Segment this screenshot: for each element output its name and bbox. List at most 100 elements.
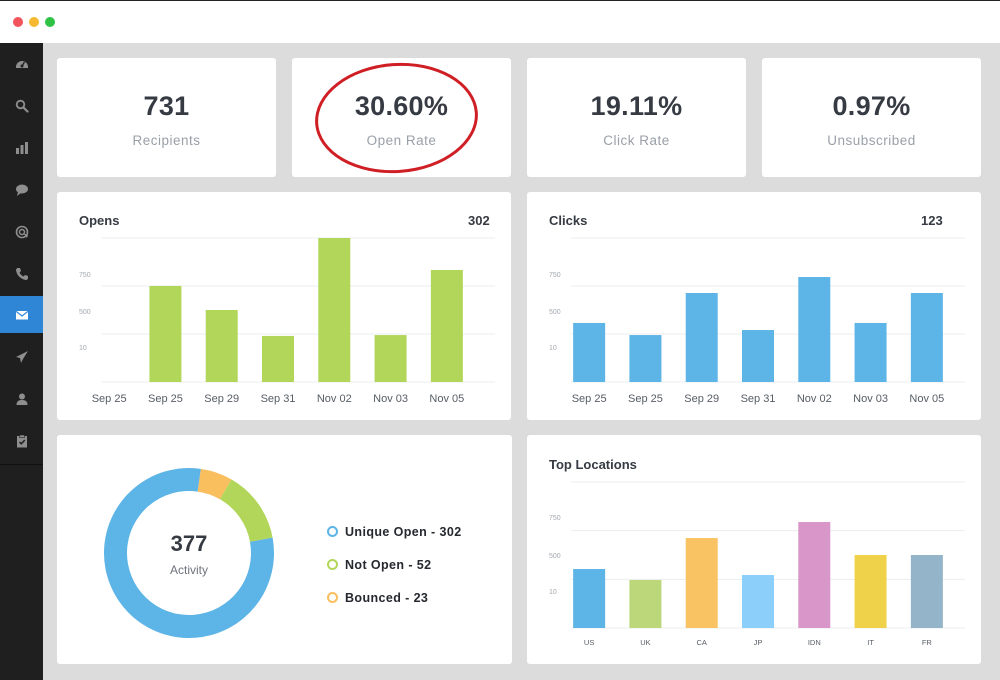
bar-nov-03 [854,322,887,382]
stat-value: 0.97% [832,91,911,121]
legend-label: Not Open - 52 [345,557,432,572]
x-tick-label: Nov 03 [853,393,888,405]
legend-item-unique-open: Unique Open - 302 [327,515,462,548]
bar-uk [629,579,662,628]
sidebar-divider [0,464,43,465]
legend-label: Unique Open - 302 [345,524,462,539]
bar-nov-03 [374,335,407,382]
stat-value: 731 [143,91,190,121]
legend-label: Bounced - 23 [345,590,429,605]
legend-marker [327,559,338,570]
bar-fr [910,555,943,628]
sidebar-item-targeting[interactable] [0,213,43,250]
chat-bubble-icon [15,184,28,196]
search-icon [15,99,29,113]
donut-center-label: Activity [169,563,208,577]
sidebar-nav [0,43,43,680]
envelope-icon [15,310,28,319]
x-tick-label: UK [640,638,650,647]
donut-center-value: 377 [170,531,208,556]
y-tick-label: 750 [79,272,91,279]
x-tick-label: FR [922,638,933,647]
x-tick-label: US [584,638,594,647]
sidebar-item-contacts[interactable] [0,380,43,417]
bar-idn [798,522,831,628]
opens-bar-chart: 750 500 10 Sep 25 Sep 25 Sep 29 Sep 31 Nov 02 No… [79,237,495,405]
stat-card-recipients: 731 Recipients [57,58,276,177]
sidebar-item-campaigns[interactable] [0,338,43,375]
bar-nov-02 [798,277,831,382]
sidebar-item-dashboard[interactable] [0,45,43,82]
x-tick-label: Sep 29 [684,393,719,405]
x-tick-label: Sep 25 [92,393,127,405]
clicks-chart-card: Clicks 123 750 500 10 Sep 25 Sep 25 Sep 29 Sep… [527,192,981,420]
x-tick-label: Nov 02 [317,393,352,405]
x-tick-label: Sep 25 [572,393,607,405]
x-tick-label: JP [754,638,763,647]
stat-card-click-rate: 19.11% Click Rate [527,58,746,177]
stat-label: Open Rate [366,133,437,148]
bar-nov-05 [430,269,463,382]
x-tick-label: Sep 31 [741,393,776,405]
donut-legend: Unique Open - 302 Not Open - 52 Bounced … [327,515,462,614]
x-tick-label: CA [697,638,707,647]
bar-sep-31 [742,330,774,382]
bar-nov-05 [910,293,943,382]
x-tick-label: IDN [808,638,821,647]
legend-marker [327,592,338,603]
activity-card: 377 Activity Unique Open - 302 Not Open … [57,435,512,664]
bar-sep-25 [149,285,182,382]
x-tick-label: Sep 25 [628,393,663,405]
x-tick-label: Nov 05 [429,393,464,405]
bar-sep-31 [262,335,294,382]
stat-value: 19.11% [590,91,683,121]
minimize-window-button[interactable] [29,17,39,27]
y-tick-label: 500 [549,309,561,316]
sidebar-item-calls[interactable] [0,255,43,292]
dashboard-main: 731 Recipients 30.60% Open Rate 19.11% C… [43,43,1000,680]
bar-it [854,555,887,628]
legend-marker [327,526,338,537]
stat-card-open-rate: 30.60% Open Rate [292,58,511,177]
x-tick-label: Sep 31 [261,393,296,405]
legend-item-bounced: Bounced - 23 [327,581,462,614]
bar-sep-29 [685,293,718,382]
top-locations-card: Top Locations 750 500 10 US UK CA JP IDN IT FR [527,435,981,664]
x-tick-label: Nov 03 [373,393,408,405]
close-window-button[interactable] [13,17,23,27]
clicks-bar-chart: 750 500 10 Sep 25 Sep 25 Sep 29 Sep 31 Nov 02 No… [549,237,965,405]
bar-ca [685,538,718,628]
sidebar-item-email[interactable] [0,296,43,333]
sidebar-item-tasks[interactable] [0,422,43,459]
stat-label: Click Rate [603,133,670,148]
y-tick-label: 10 [549,589,557,596]
legend-item-not-open: Not Open - 52 [327,548,462,581]
sidebar-item-search[interactable] [0,87,43,124]
y-tick-label: 750 [549,272,561,279]
stat-value: 30.60% [354,91,449,121]
sidebar-item-reports[interactable] [0,129,43,166]
y-tick-label: 500 [79,309,91,316]
phone-icon [15,267,28,280]
dashboard-icon [15,60,28,68]
target-icon [15,225,28,238]
bar-chart-icon [15,141,28,154]
maximize-window-button[interactable] [45,17,55,27]
paper-plane-icon [15,350,28,363]
y-tick-label: 10 [79,345,87,352]
stat-label: Recipients [132,133,201,148]
user-icon [16,393,27,405]
stat-card-unsubscribed: 0.97% Unsubscribed [762,58,981,177]
bar-nov-02 [318,238,351,382]
x-tick-label: Sep 29 [204,393,239,405]
stat-label: Unsubscribed [827,133,916,148]
sidebar-item-messages[interactable] [0,171,43,208]
bar-us [573,569,606,628]
y-tick-label: 750 [549,515,561,522]
bar-sep-29 [205,310,238,382]
bar-sep-25 [573,322,606,382]
x-tick-label: Nov 05 [909,393,944,405]
opens-chart-card: Opens 302 750 500 10 Sep 25 Sep 25 Sep 29 Sep … [57,192,511,420]
clipboard-check-icon [16,434,27,447]
bar-jp [742,575,774,628]
